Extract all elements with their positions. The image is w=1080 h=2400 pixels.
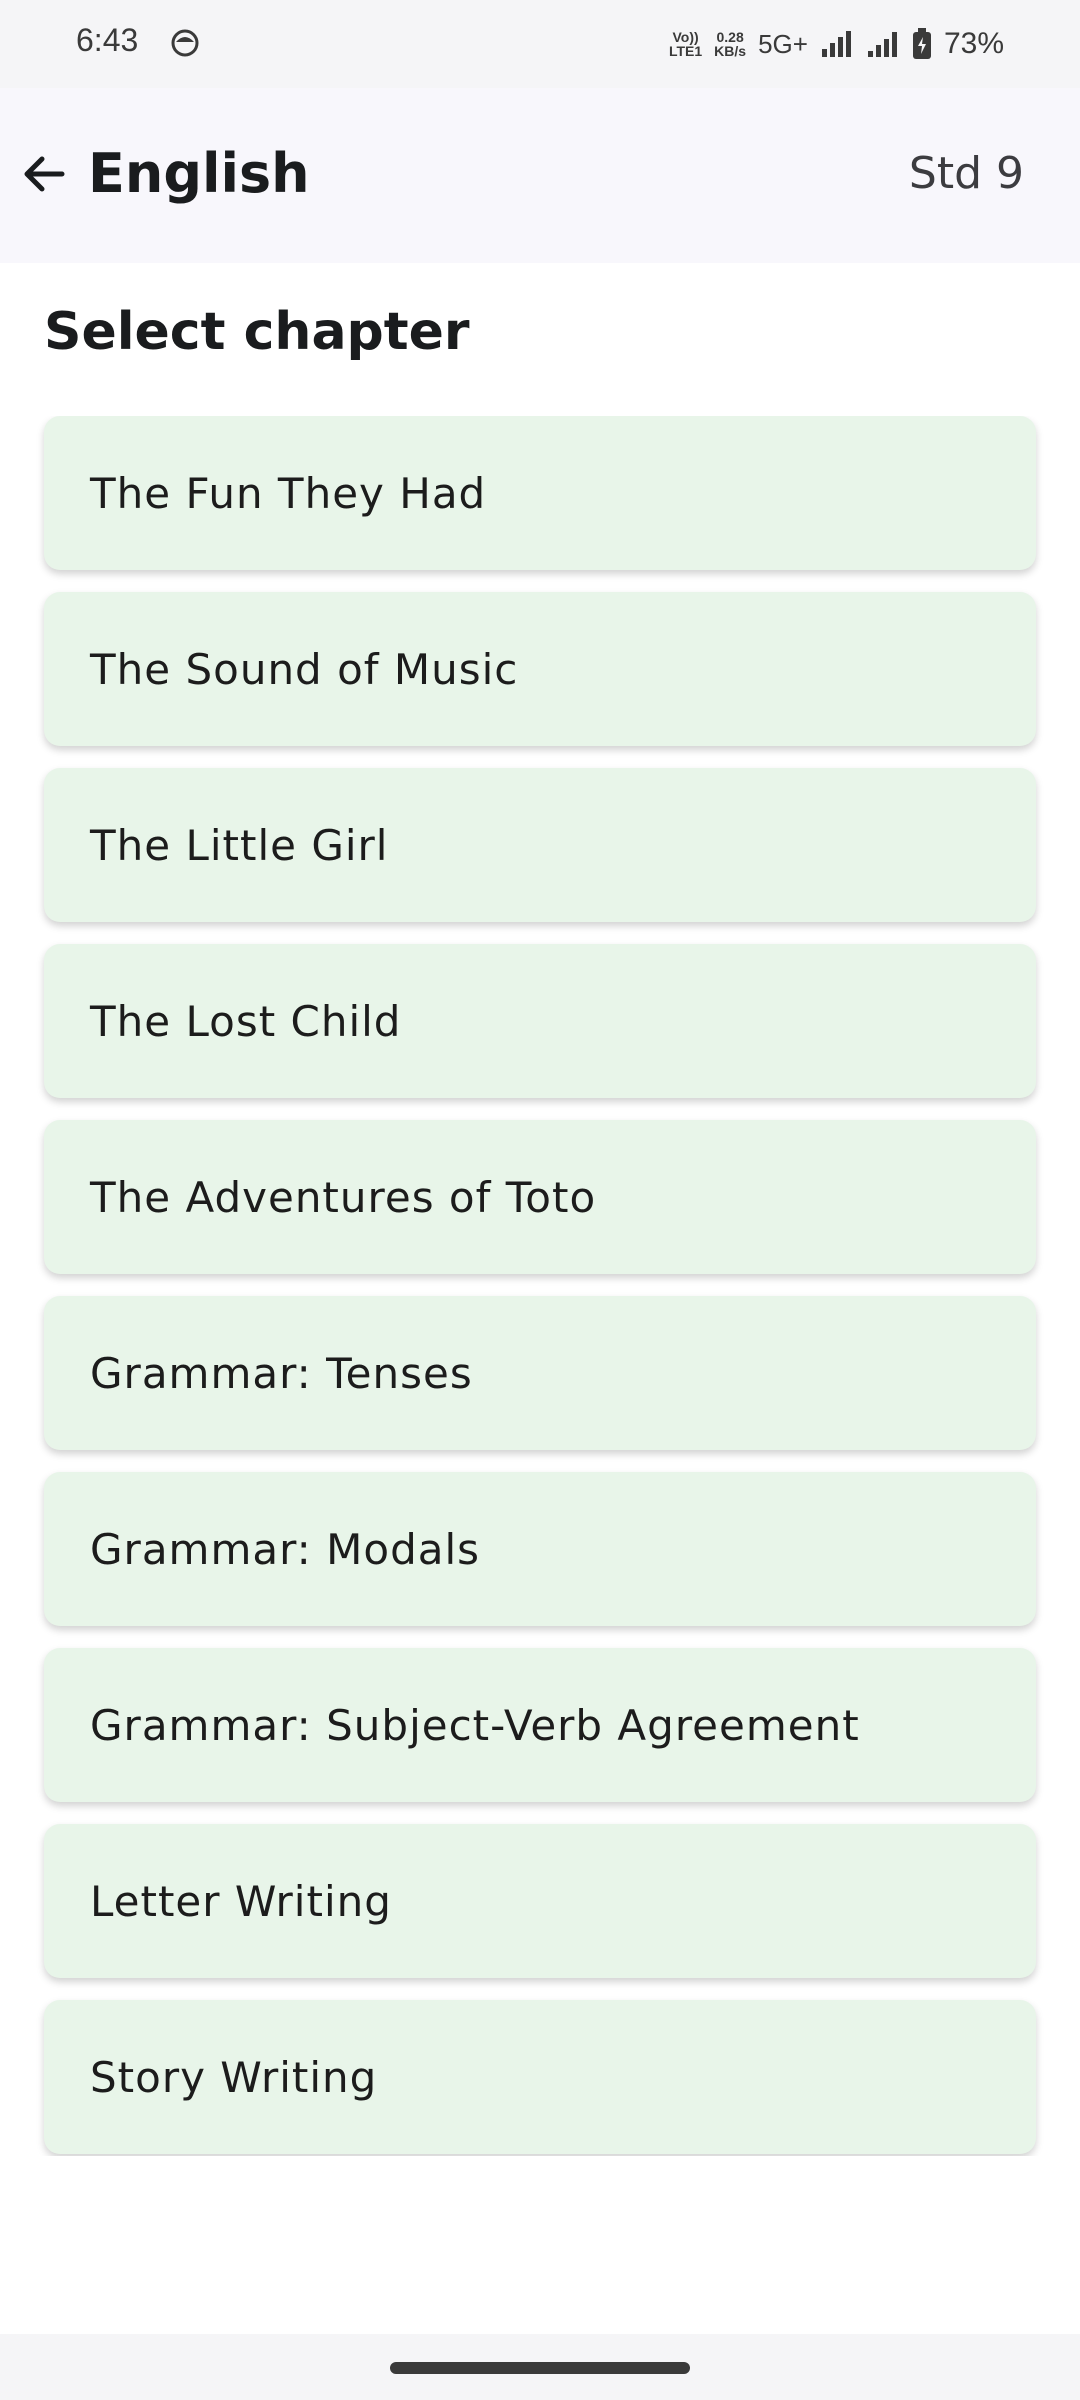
speed-unit: KB/s (714, 43, 747, 59)
lte-text: LTE1 (668, 43, 703, 59)
chapter-item[interactable]: Grammar: Tenses (44, 1296, 1036, 1450)
chapter-item[interactable]: Grammar: Modals (44, 1472, 1036, 1626)
home-gesture-handle[interactable] (390, 2362, 690, 2374)
chapter-label: Grammar: Modals (90, 1524, 481, 1574)
chapter-item[interactable]: Grammar: Subject-Verb Agreement (44, 1648, 1036, 1802)
chapter-label: The Sound of Music (90, 644, 519, 694)
chapter-label: Story Writing (90, 2052, 378, 2102)
volte-text: Vo)) (672, 29, 699, 45)
chapter-list-viewport[interactable]: The Fun They Had The Sound of Music The … (0, 416, 1080, 2156)
status-time: 6:43 (76, 22, 139, 58)
chapter-item[interactable]: The Adventures of Toto (44, 1120, 1036, 1274)
signal-strength-icon (821, 31, 851, 57)
status-indicators: Vo)) LTE1 0.28 KB/s 5G+ 73% (669, 24, 1004, 64)
chapter-item[interactable]: The Fun They Had (44, 416, 1036, 570)
signal-strength-icon-2 (867, 32, 897, 57)
network-type: 5G+ (758, 28, 808, 59)
status-bar: 6:43 Vo)) LTE1 0.28 KB/s 5G+ 73% (0, 0, 1080, 88)
chapter-label: Grammar: Tenses (90, 1348, 473, 1398)
chapter-item[interactable]: Letter Writing (44, 1824, 1036, 1978)
chapter-label: The Fun They Had (90, 468, 487, 518)
chapter-item[interactable]: The Sound of Music (44, 592, 1036, 746)
chapter-label: Grammar: Subject-Verb Agreement (90, 1700, 860, 1750)
chapter-label: The Little Girl (90, 820, 389, 870)
system-nav-bar (0, 2334, 1080, 2400)
chapter-label: The Adventures of Toto (90, 1172, 597, 1222)
chapter-item[interactable]: Story Writing (44, 2000, 1036, 2154)
battery-icon (912, 28, 931, 59)
chapter-label: The Lost Child (90, 996, 402, 1046)
app-bar: English Std 9 (0, 88, 1080, 263)
section-heading: Select chapter (44, 302, 470, 362)
battery-percent: 73% (943, 27, 1004, 60)
arrow-back-icon (24, 156, 65, 192)
volte-indicator: Vo)) LTE1 (669, 30, 702, 58)
chapter-item[interactable]: The Lost Child (44, 944, 1036, 1098)
back-button[interactable] (14, 144, 74, 204)
chapter-label: Letter Writing (90, 1876, 392, 1926)
notification-face-icon (171, 29, 199, 57)
page-title: English (88, 142, 310, 205)
network-speed: 0.28 KB/s (714, 30, 746, 58)
chapter-list: The Fun They Had The Sound of Music The … (44, 416, 1036, 2156)
chapter-item[interactable]: The Little Girl (44, 768, 1036, 922)
speed-value: 0.28 (716, 29, 744, 45)
standard-label: Std 9 (908, 148, 1024, 199)
